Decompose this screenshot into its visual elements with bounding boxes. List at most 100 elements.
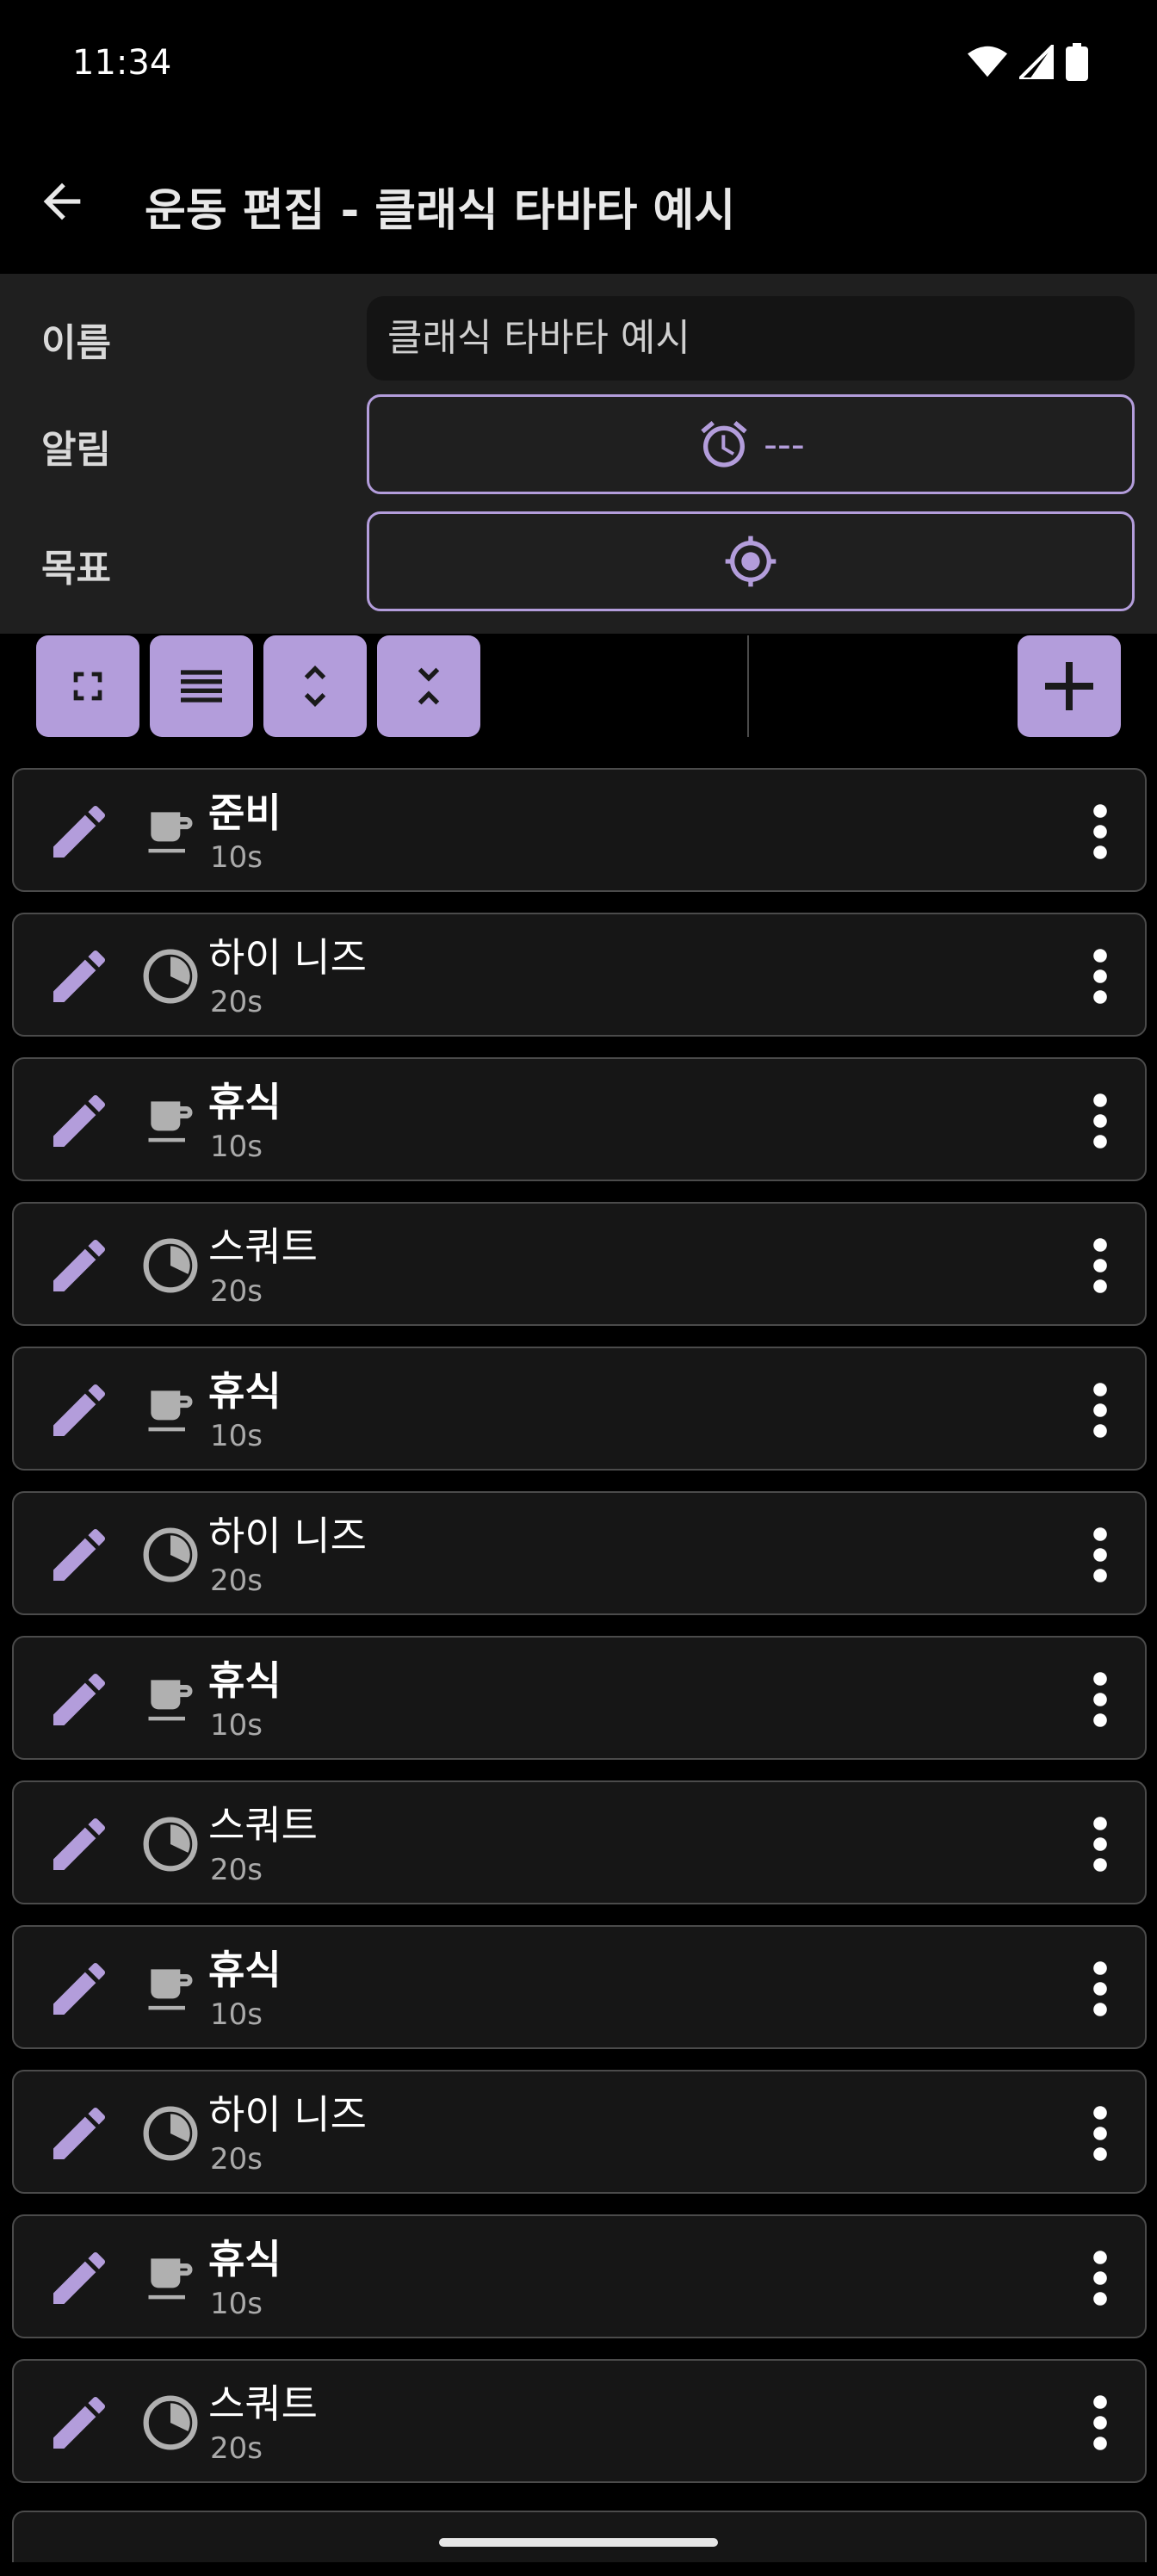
exercise-name: 하이 니즈 (208, 2091, 367, 2138)
exercise-duration: 10s (210, 1419, 263, 1453)
exercise-row[interactable]: 하이 니즈 20s (12, 2070, 1147, 2194)
collapse-all-button[interactable] (377, 635, 480, 737)
edit-button[interactable] (45, 1665, 114, 1734)
coffee-cup-icon (148, 1969, 193, 2010)
work-type-indicator (141, 2393, 200, 2452)
edit-button[interactable] (45, 2388, 114, 2457)
edit-button[interactable] (45, 1376, 114, 1445)
expand-icon (73, 672, 102, 701)
rest-type-indicator (141, 2249, 200, 2307)
pencil-icon (53, 1239, 106, 1291)
exercise-duration: 20s (210, 2142, 263, 2177)
edit-button[interactable] (45, 1087, 114, 1155)
edit-button[interactable] (45, 2099, 114, 2168)
exercise-row[interactable]: 스쿼트 20s (12, 2359, 1147, 2483)
edit-button[interactable] (45, 1231, 114, 1300)
rest-type-indicator (141, 1381, 200, 1440)
more-options-button[interactable] (1081, 1379, 1119, 1441)
name-label: 이름 (41, 321, 111, 365)
exercise-row[interactable]: 스쿼트 20s (12, 1780, 1147, 1904)
add-exercise-button[interactable] (1018, 635, 1121, 737)
exercise-row[interactable]: 휴식 10s (12, 1057, 1147, 1181)
exercise-row[interactable]: 준비 10s (12, 768, 1147, 892)
pencil-icon (53, 805, 106, 858)
more-vertical-icon (1093, 1238, 1107, 1293)
exercise-duration: 20s (210, 1853, 263, 1887)
more-options-button[interactable] (1081, 2392, 1119, 2454)
arrow-back-icon (43, 183, 81, 220)
edit-button[interactable] (45, 1520, 114, 1589)
menu-lines-icon (181, 670, 222, 703)
target-icon (725, 536, 776, 587)
edit-button[interactable] (45, 1954, 114, 2023)
exercise-row[interactable]: 휴식 10s (12, 1925, 1147, 2049)
gesture-bar[interactable] (439, 2538, 718, 2547)
more-options-button[interactable] (1081, 945, 1119, 1007)
alarm-button[interactable]: --- (367, 394, 1135, 494)
exercise-name: 휴식 (208, 1079, 282, 1125)
exercise-row[interactable]: 휴식 10s (12, 1636, 1147, 1760)
exercise-duration: 10s (210, 1130, 263, 1164)
pie-timer-icon (143, 1527, 198, 1582)
exercise-row[interactable]: 하이 니즈 20s (12, 913, 1147, 1037)
exercise-duration: 10s (210, 840, 263, 875)
more-options-button[interactable] (1081, 1813, 1119, 1875)
more-options-button[interactable] (1081, 1669, 1119, 1731)
coffee-cup-icon (148, 812, 193, 853)
more-vertical-icon (1093, 1093, 1107, 1149)
reorder-button[interactable] (150, 635, 253, 737)
coffee-cup-icon (148, 1101, 193, 1142)
more-options-button[interactable] (1081, 1958, 1119, 2020)
edit-button[interactable] (45, 1810, 114, 1879)
exercise-name: 준비 (208, 790, 282, 836)
pie-timer-icon (143, 2395, 198, 2450)
workout-form: 이름 클래식 타바타 예시 알림 --- 목표 (0, 274, 1157, 634)
more-options-button[interactable] (1081, 801, 1119, 863)
exercise-name: 휴식 (208, 2236, 282, 2282)
more-options-button[interactable] (1081, 1524, 1119, 1586)
status-bar: 11:34 (0, 0, 1157, 129)
exercise-duration: 20s (210, 985, 263, 1019)
rest-type-indicator (141, 1670, 200, 1729)
work-type-indicator (141, 2104, 200, 2163)
work-type-indicator (141, 1526, 200, 1584)
more-options-button[interactable] (1081, 2102, 1119, 2164)
more-vertical-icon (1093, 1672, 1107, 1727)
pie-timer-icon (143, 1817, 198, 1872)
unfold-less-icon (418, 667, 440, 705)
back-button[interactable] (34, 174, 90, 229)
pencil-icon (53, 1094, 106, 1147)
edit-button[interactable] (45, 2244, 114, 2313)
alarm-label: 알림 (41, 428, 111, 472)
alarm-value: --- (764, 422, 805, 467)
pencil-icon (53, 2107, 106, 2159)
more-options-button[interactable] (1081, 2247, 1119, 2309)
name-input[interactable]: 클래식 타바타 예시 (367, 296, 1135, 381)
exercise-row-partial[interactable] (12, 2511, 1147, 2562)
exercise-row[interactable]: 휴식 10s (12, 2214, 1147, 2338)
edit-button[interactable] (45, 942, 114, 1011)
exercise-duration: 10s (210, 1997, 263, 2032)
exercise-row[interactable]: 스쿼트 20s (12, 1202, 1147, 1326)
exercise-row[interactable]: 하이 니즈 20s (12, 1491, 1147, 1615)
goal-button[interactable] (367, 511, 1135, 611)
edit-button[interactable] (45, 797, 114, 866)
fullscreen-button[interactable] (36, 635, 139, 737)
exercise-row[interactable]: 휴식 10s (12, 1347, 1147, 1471)
exercise-name: 스쿼트 (208, 1223, 318, 1270)
more-options-button[interactable] (1081, 1235, 1119, 1297)
alarm-clock-icon (701, 420, 747, 468)
coffee-cup-icon (148, 2258, 193, 2300)
exercise-name: 휴식 (208, 1657, 282, 1704)
more-vertical-icon (1093, 1817, 1107, 1872)
more-options-button[interactable] (1081, 1090, 1119, 1152)
expand-all-button[interactable] (263, 635, 367, 737)
exercise-duration: 10s (210, 2287, 263, 2321)
exercise-name: 스쿼트 (208, 1802, 318, 1848)
coffee-cup-icon (148, 1680, 193, 1721)
plus-icon (1045, 662, 1093, 710)
pie-timer-icon (143, 2106, 198, 2161)
more-vertical-icon (1093, 2106, 1107, 2161)
exercise-name: 하이 니즈 (208, 1513, 367, 1559)
more-vertical-icon (1093, 1961, 1107, 2016)
